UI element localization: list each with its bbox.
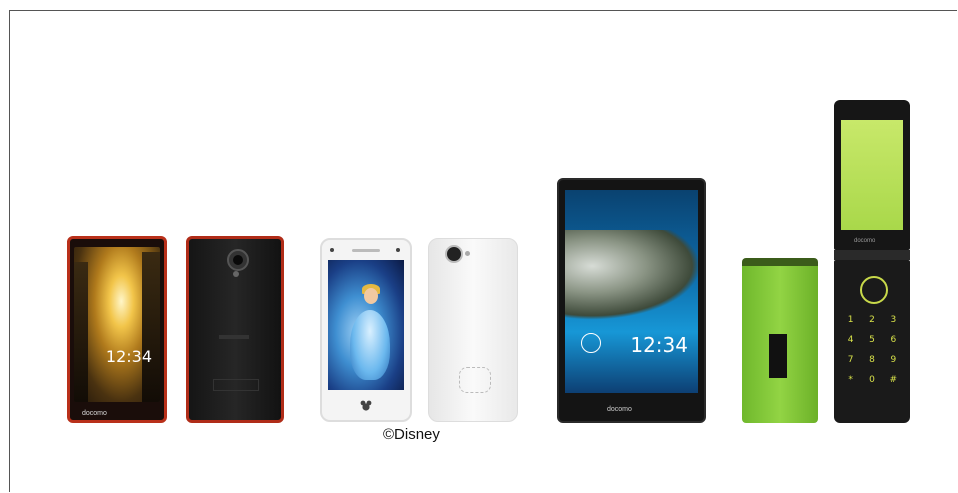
mickey-icon (360, 400, 372, 411)
character-dress (350, 310, 390, 380)
keypad-key: 6 (890, 335, 897, 345)
sub-display (769, 334, 787, 378)
keypad-key: 7 (847, 355, 854, 365)
rear-camera-icon (227, 249, 249, 271)
smartphone-red-front: 12:34 docomo (67, 236, 167, 423)
flip-phone-closed (742, 258, 818, 423)
keypad-key: 5 (869, 335, 875, 345)
flash-icon (465, 251, 470, 256)
flash-icon (233, 271, 239, 277)
keypad-key: 3 (890, 315, 897, 325)
dpad-icon (860, 276, 888, 304)
sensor-dot (330, 248, 334, 252)
back-label (213, 379, 259, 391)
keypad-key: * (848, 375, 853, 385)
smartphone-white-back (428, 238, 518, 422)
copyright-caption: ©Disney (383, 426, 440, 443)
lock-icon (581, 333, 601, 353)
smartphone-black-back (186, 236, 284, 423)
keypad-key: 2 (869, 315, 875, 325)
tablet-front: 12:34 docomo (557, 178, 706, 423)
earpiece (352, 249, 380, 252)
keypad-key: 1 (847, 315, 854, 325)
flip-phone-open: docomo 1 2 3 4 5 6 7 8 9 * 0 # (834, 100, 910, 423)
rear-camera-icon (445, 245, 463, 263)
smartphone-white-front (320, 238, 412, 422)
carrier-logo: docomo (82, 410, 107, 417)
flip-top-half: docomo (834, 100, 910, 250)
back-logo (219, 335, 249, 339)
keypad-key: # (889, 375, 898, 385)
lock-screen-clock: 12:34 (105, 347, 152, 366)
flip-screen (841, 120, 903, 230)
keypad-key: 4 (847, 335, 854, 345)
cinderella-wallpaper (328, 260, 404, 390)
keypad-half: 1 2 3 4 5 6 7 8 9 * 0 # (834, 260, 910, 423)
keypad: 1 2 3 4 5 6 7 8 9 * 0 # (842, 312, 902, 388)
keypad-key: 0 (869, 375, 875, 385)
cliff-shape (565, 230, 698, 320)
carrier-logo: docomo (854, 238, 876, 244)
lock-screen-clock: 12:34 (630, 333, 688, 357)
character-head (364, 288, 378, 304)
keypad-key: 8 (869, 355, 875, 365)
city-wallpaper: 12:34 (74, 247, 160, 402)
coast-wallpaper: 12:34 (565, 190, 698, 393)
front-camera-dot (396, 248, 400, 252)
hinge (834, 250, 910, 260)
disney-emblem (459, 367, 491, 393)
carrier-logo: docomo (607, 406, 632, 413)
keypad-key: 9 (890, 355, 897, 365)
